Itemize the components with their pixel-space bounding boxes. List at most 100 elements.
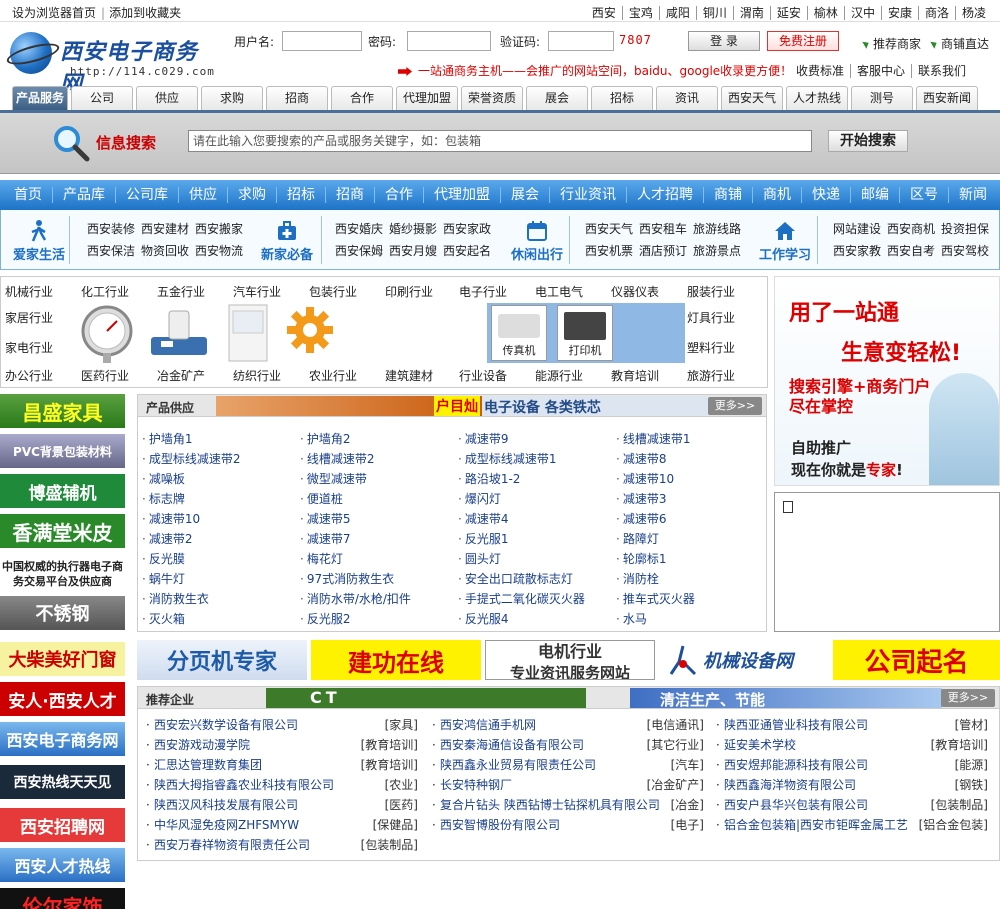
search-button[interactable]: 开始搜索 [828,130,908,152]
supply-item[interactable]: 减速带3 [616,489,695,509]
company-name[interactable]: 中华风湿免疫网ZHFSMYW [154,818,299,832]
supply-item[interactable]: 线槽减速带2 [300,449,411,469]
supply-item[interactable]: 线槽减速带1 [616,429,695,449]
supply-item[interactable]: 消防水带/水枪/扣件 [300,589,411,609]
city-link[interactable]: 铜川 [695,6,733,20]
company-name[interactable]: 西安秦海通信设备有限公司 [440,738,584,752]
register-button[interactable]: 免费注册 [767,31,839,51]
nav-item[interactable]: 招商 [326,187,375,203]
industry-link[interactable]: 纺织行业 [233,367,281,384]
tab-2[interactable]: 供应 [136,86,198,110]
life-link[interactable]: 西安搬家 [195,222,243,236]
company-name[interactable]: 延安美术学校 [724,738,796,752]
left-ad-banner[interactable]: 中国权威的执行器电子商务交易平台及供应商 [0,554,125,594]
right-promo-ad[interactable]: 用了一站通 生意变轻松! 搜索引擎+商务门户 尽在掌控 自助推广 现在你就是专家! [774,276,1000,486]
banner-motor-industry[interactable]: 电机行业 专业资讯服务网站 [485,640,655,680]
supply-item[interactable]: 爆闪灯 [458,489,585,509]
life-cat-work[interactable]: 工作学习 [755,220,815,263]
life-link[interactable]: 西安婚庆 [335,222,383,236]
tab-5[interactable]: 合作 [331,86,393,110]
supply-item[interactable]: 减速带5 [300,509,411,529]
supply-item[interactable]: 减速带4 [458,509,585,529]
banner-company-naming[interactable]: 公司起名 [833,640,1000,680]
login-button[interactable]: 登 录 [688,31,760,51]
industry-link[interactable]: 家电行业 [5,339,53,356]
company-category[interactable]: [包装制品] [931,795,988,815]
life-link[interactable]: 西安驾校 [941,244,989,258]
company-name[interactable]: 西安户县华兴包装有限公司 [724,798,868,812]
supply-item[interactable]: 消防救生衣 [142,589,240,609]
industry-link[interactable]: 仪器仪表 [611,283,659,300]
company-name[interactable]: 长安特种钢厂 [440,778,512,792]
nav-item[interactable]: 新闻 [949,187,997,203]
company-category[interactable]: [医药] [385,795,418,815]
supply-item[interactable]: 减速带9 [458,429,585,449]
industry-link[interactable]: 办公行业 [5,367,53,384]
industry-link[interactable]: 包装行业 [309,283,357,300]
industry-link[interactable]: 电子行业 [459,283,507,300]
life-cat-leisure[interactable]: 休闲出行 [505,220,569,263]
company-name[interactable]: 陕西大拇指睿鑫农业科技有限公司 [154,778,334,792]
left-ad-banner[interactable]: PVC背景包装材料 [0,434,125,468]
life-link[interactable]: 西安家教 [833,244,881,258]
nav-item[interactable]: 求购 [228,187,277,203]
left-ad-banner[interactable]: 不锈钢 [0,596,125,630]
nav-item[interactable]: 邮编 [851,187,900,203]
nav-item[interactable]: 快递 [802,187,851,203]
supply-item[interactable]: 路障灯 [616,529,695,549]
tab-1[interactable]: 公司 [71,86,133,110]
nav-item[interactable]: 人才招聘 [627,187,704,203]
industry-link[interactable]: 冶金矿产 [157,367,205,384]
industry-link[interactable]: 旅游行业 [687,367,735,384]
supply-item[interactable]: 蜗牛灯 [142,569,240,589]
company-category[interactable]: [能源] [955,755,988,775]
captcha-image[interactable]: 7807 [619,33,652,47]
supply-item[interactable]: 标志牌 [142,489,240,509]
supply-item[interactable]: 反光服2 [300,609,411,629]
nav-item[interactable]: 供应 [179,187,228,203]
banner-paging-machine[interactable]: 分页机专家 [137,640,307,680]
supply-item[interactable]: 反光膜 [142,549,240,569]
tab-9[interactable]: 招标 [591,86,653,110]
industry-link[interactable]: 行业设备 [459,367,507,384]
company-name[interactable]: 铝合金包装箱|西安市钜晖金属工艺 [724,818,908,832]
companies-banner-ct[interactable]: CT [266,688,586,708]
company-category[interactable]: [家具] [385,715,418,735]
life-cat-home[interactable]: 爱家生活 [9,220,69,263]
left-ad-banner[interactable]: 大柴美好门窗 [0,642,125,676]
supply-item[interactable]: 减速带2 [142,529,240,549]
nav-item[interactable]: 招标 [277,187,326,203]
industry-link[interactable]: 服装行业 [687,283,735,300]
tab-12[interactable]: 人才热线 [786,86,848,110]
city-link[interactable]: 西安 [586,6,622,20]
industry-link[interactable]: 教育培训 [611,367,659,384]
lab-instrument-image[interactable] [147,305,211,361]
city-link[interactable]: 咸阳 [658,6,696,20]
left-ad-banner[interactable]: 西安招聘网 [0,808,125,842]
password-input[interactable] [407,31,491,51]
tab-13[interactable]: 测号 [851,86,913,110]
city-link[interactable]: 宝鸡 [621,6,659,20]
life-link[interactable]: 旅游景点 [693,244,741,258]
life-link[interactable]: 旅游线路 [693,222,741,236]
company-category[interactable]: [铝合金包装] [919,815,988,835]
company-category[interactable]: [管材] [955,715,988,735]
supply-item[interactable]: 推车式灭火器 [616,589,695,609]
life-link[interactable]: 西安物流 [195,244,243,258]
nav-item[interactable]: 行业资讯 [550,187,627,203]
life-link[interactable]: 西安天气 [585,222,633,236]
company-category[interactable]: [电信通讯] [647,715,704,735]
life-link[interactable]: 西安建材 [141,222,189,236]
nav-item[interactable]: 公司库 [116,187,179,203]
promo-link[interactable]: 客服中心 [850,64,912,78]
supply-item[interactable]: 消防栓 [616,569,695,589]
life-link[interactable]: 西安起名 [443,244,491,258]
banner-machinery-net[interactable]: 机械设备网 [659,640,829,680]
company-category[interactable]: [教育培训] [361,735,418,755]
company-category[interactable]: [包装制品] [361,835,418,855]
company-category[interactable]: [教育培训] [361,755,418,775]
printer-image[interactable]: 打印机 [557,305,613,361]
life-link[interactable]: 婚纱摄影 [389,222,437,236]
life-cat-newhome[interactable]: 新家必备 [255,220,319,263]
life-link[interactable]: 西安自考 [887,244,935,258]
